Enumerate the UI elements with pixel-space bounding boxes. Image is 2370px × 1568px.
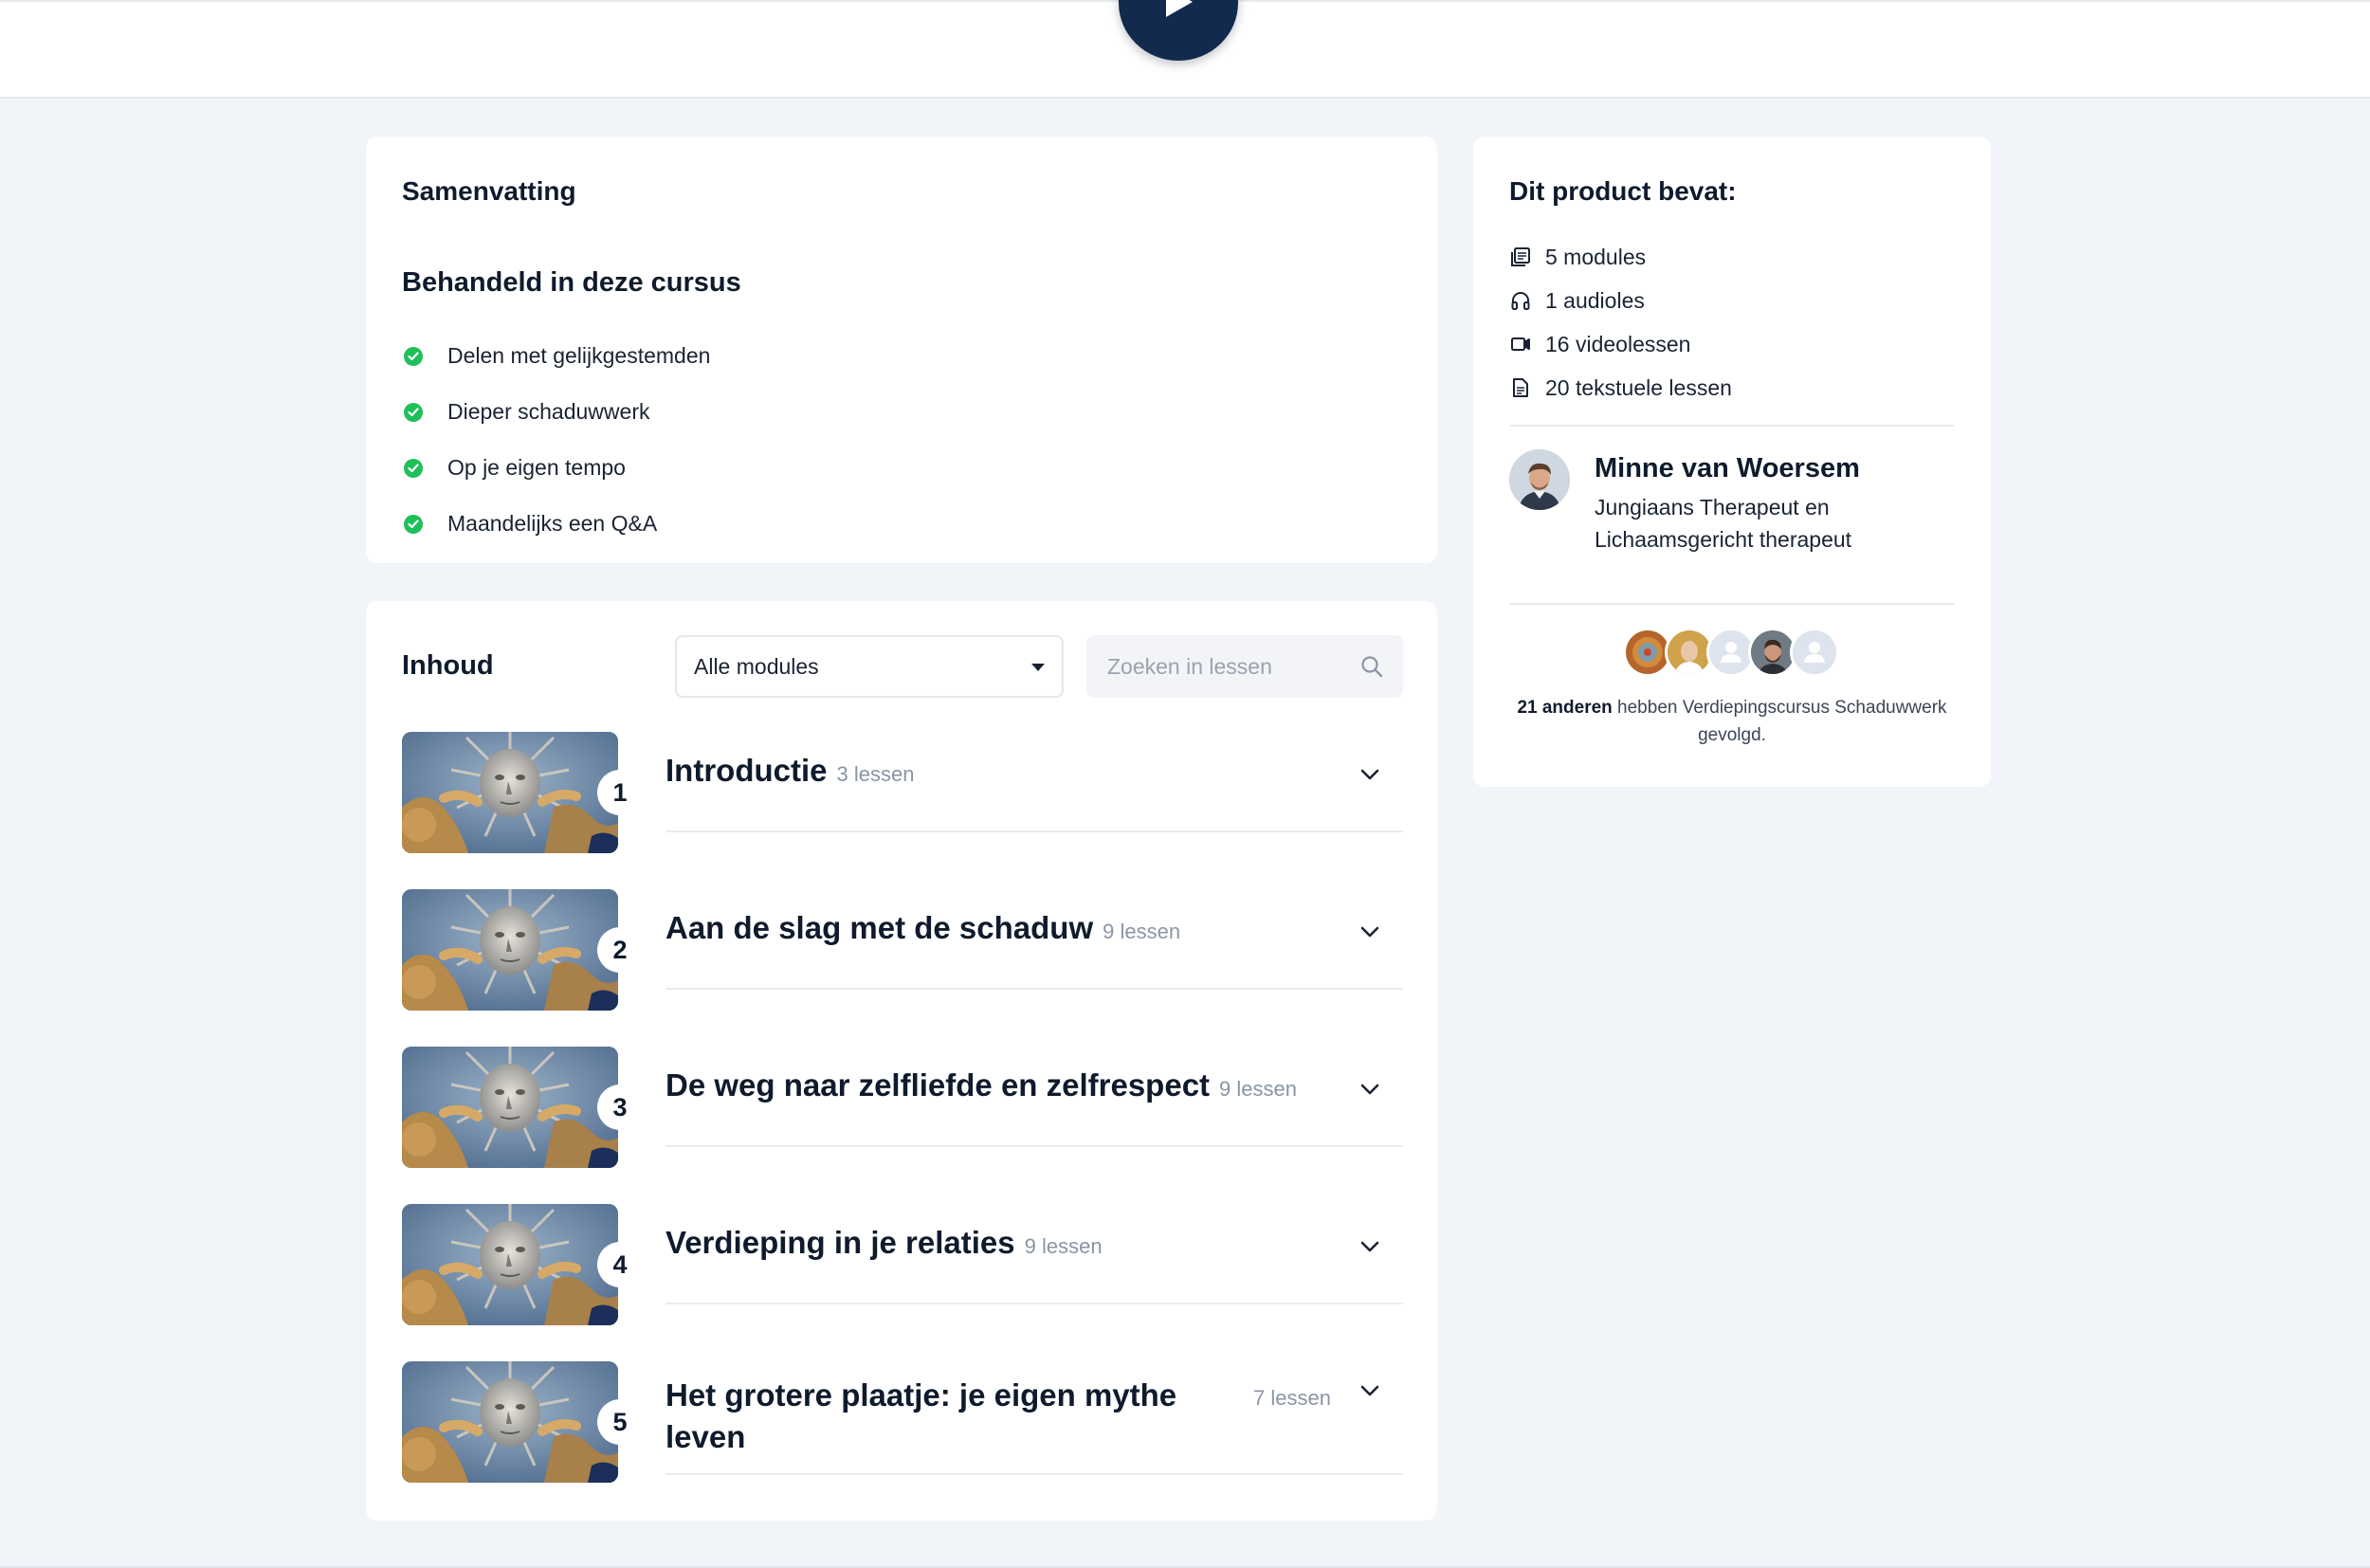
chevron-down-icon[interactable] — [1359, 1384, 1380, 1397]
document-icon — [1509, 376, 1532, 399]
module-header[interactable]: De weg naar zelfliefde en zelfrespect 9 l… — [665, 1047, 1403, 1147]
module-row[interactable]: 3 De weg naar zelfliefde en zelfrespect 9… — [402, 1047, 1403, 1170]
module-number-badge: 2 — [597, 927, 643, 973]
module-thumbnail — [402, 732, 618, 853]
headphones-icon — [1509, 289, 1532, 312]
module-number-badge: 4 — [597, 1242, 643, 1287]
list-item-label: Maandelijks een Q&A — [447, 511, 658, 536]
check-icon — [404, 514, 423, 534]
module-title: Verdieping in je relaties 9 lessen — [665, 1225, 1103, 1261]
chevron-down-icon[interactable] — [1359, 1083, 1380, 1096]
module-header[interactable]: Het grotere plaatje: je eigen mythe leve… — [665, 1361, 1403, 1475]
contents-card: Inhoud Alle modules Zoeken in lessen 1 I… — [366, 601, 1437, 1521]
module-thumbnail — [402, 1204, 618, 1325]
participants-text: 21 anderen hebben Verdiepingscursus Scha… — [1509, 694, 1955, 749]
module-title-text: Introductie — [665, 753, 828, 788]
check-icon — [404, 402, 423, 422]
play-icon — [1166, 0, 1193, 17]
module-title-text: Aan de slag met de schaduw — [665, 910, 1094, 945]
covered-topics-list: Delen met gelijkgestemden Dieper schaduw… — [404, 328, 710, 552]
module-title: Het grotere plaatje: je eigen mythe leve… — [665, 1375, 1196, 1458]
lesson-search-input[interactable]: Zoeken in lessen — [1086, 635, 1403, 698]
module-title: Introductie 3 lessen — [665, 753, 914, 789]
divider — [1509, 425, 1955, 427]
covered-topics-title: Behandeld in deze cursus — [402, 267, 741, 298]
search-placeholder: Zoeken in lessen — [1107, 653, 1272, 679]
module-lesson-count: 9 lessen — [1219, 1077, 1297, 1101]
check-icon — [404, 458, 423, 478]
module-lesson-count: 3 lessen — [836, 762, 915, 786]
feature-label: 16 videolessen — [1545, 331, 1691, 356]
participants-count: 21 anderen — [1517, 698, 1613, 718]
module-lesson-count: 9 lessen — [1103, 920, 1181, 943]
list-item: Dieper schaduwwerk — [404, 384, 710, 440]
module-row[interactable]: 4 Verdieping in je relaties 9 lessen — [402, 1204, 1403, 1327]
product-title: Dit product bevat: — [1509, 176, 1737, 206]
chevron-down-icon[interactable] — [1359, 1240, 1380, 1253]
search-icon — [1361, 656, 1383, 678]
video-icon — [1509, 333, 1532, 356]
feature-label: 20 tekstuele lessen — [1545, 374, 1732, 400]
list-item-label: Op je eigen tempo — [447, 455, 626, 480]
module-filter-value: Alle modules — [694, 653, 819, 679]
module-thumbnail — [402, 1361, 618, 1483]
module-number-badge: 3 — [597, 1085, 643, 1130]
chevron-down-icon[interactable] — [1359, 768, 1380, 781]
module-lesson-count: 7 lessen — [1253, 1386, 1331, 1410]
list-item: Delen met gelijkgestemden — [404, 328, 710, 384]
author-role: Jungiaans Therapeut en Lichaamsgericht t… — [1595, 495, 1852, 552]
list-item: Maandelijks een Q&A — [404, 496, 710, 552]
participants-avatars — [1623, 628, 1850, 679]
module-thumbnail — [402, 1047, 618, 1168]
caret-down-icon — [1031, 664, 1045, 671]
feature-label: 1 audioles — [1545, 287, 1645, 313]
module-title-text: Verdieping in je relaties — [665, 1225, 1015, 1260]
module-title-text: De weg naar zelfliefde en zelfrespect — [665, 1067, 1211, 1103]
check-icon — [404, 346, 423, 366]
module-header[interactable]: Aan de slag met de schaduw 9 lessen — [665, 889, 1403, 990]
module-number-badge: 1 — [597, 770, 643, 815]
module-row[interactable]: 5 Het grotere plaatje: je eigen mythe le… — [402, 1361, 1403, 1485]
module-header[interactable]: Verdieping in je relaties 9 lessen — [665, 1204, 1403, 1304]
participants-description: hebben Verdiepingscursus Schaduwwerk gev… — [1617, 698, 1947, 745]
module-title-text: Het grotere plaatje: je eigen mythe leve… — [665, 1377, 1177, 1454]
module-row[interactable]: 2 Aan de slag met de schaduw 9 lessen — [402, 889, 1403, 1012]
participant-avatar-placeholder — [1790, 628, 1839, 677]
product-card: Dit product bevat: 5 modules 1 audioles … — [1473, 137, 1991, 787]
list-item: Op je eigen tempo — [404, 440, 710, 496]
chevron-down-icon[interactable] — [1359, 925, 1380, 939]
feature-modules: 5 modules — [1509, 235, 1732, 279]
feature-audio: 1 audioles — [1509, 279, 1732, 322]
feature-label: 5 modules — [1545, 244, 1647, 269]
divider — [1509, 603, 1955, 605]
play-button[interactable] — [1119, 0, 1238, 61]
contents-title: Inhoud — [402, 650, 494, 681]
summary-card: Samenvatting Behandeld in deze cursus De… — [366, 137, 1437, 563]
list-item-label: Dieper schaduwwerk — [447, 399, 650, 424]
module-filter-select[interactable]: Alle modules — [675, 635, 1064, 698]
summary-title: Samenvatting — [402, 176, 576, 206]
product-features: 5 modules 1 audioles 16 videolessen 20 t… — [1509, 235, 1732, 410]
video-header-band — [0, 0, 2370, 99]
module-number-badge: 5 — [597, 1399, 643, 1445]
module-title: De weg naar zelfliefde en zelfrespect 9 l… — [665, 1067, 1297, 1103]
feature-video: 16 videolessen — [1509, 322, 1732, 366]
module-lesson-count: 9 lessen — [1024, 1234, 1103, 1258]
list-item-label: Delen met gelijkgestemden — [447, 343, 711, 368]
module-thumbnail — [402, 889, 618, 1011]
module-header[interactable]: Introductie 3 lessen — [665, 732, 1403, 832]
author-name[interactable]: Minne van Woersem — [1595, 453, 1860, 484]
author-avatar[interactable] — [1509, 449, 1570, 510]
module-title: Aan de slag met de schaduw 9 lessen — [665, 910, 1180, 946]
module-row[interactable]: 1 Introductie 3 lessen — [402, 732, 1403, 855]
feature-text: 20 tekstuele lessen — [1509, 366, 1732, 410]
modules-icon — [1509, 246, 1532, 268]
